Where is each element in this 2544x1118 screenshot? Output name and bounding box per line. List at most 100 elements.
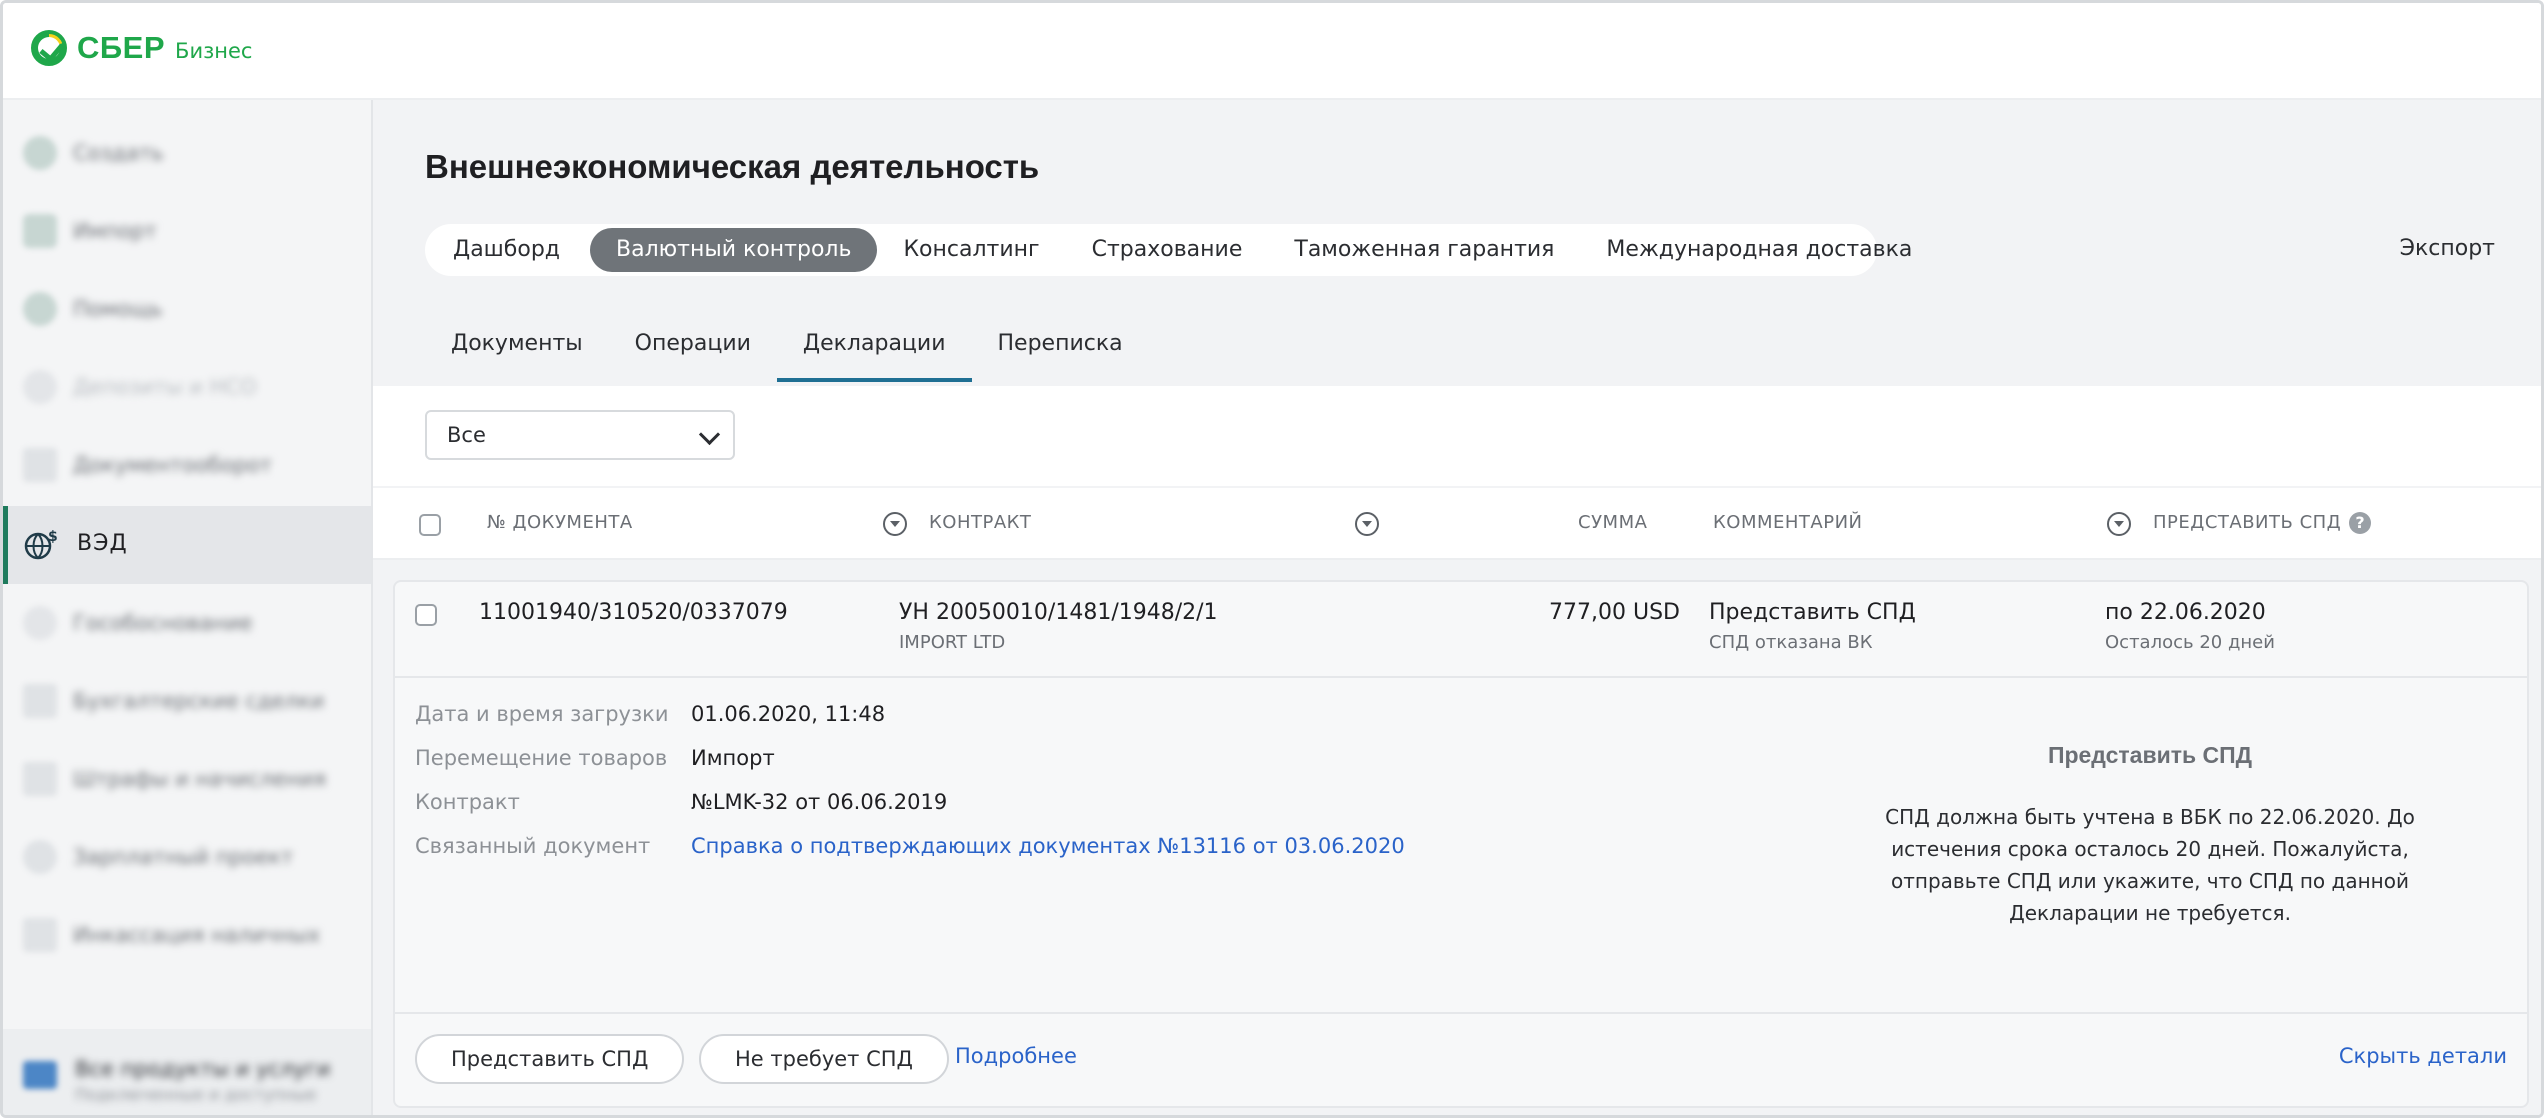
sidebar-item-gov[interactable]: Гособоснование bbox=[3, 584, 371, 662]
spd-info-panel: Представить СПД СПД должна быть учтена в… bbox=[1865, 742, 2435, 929]
comment-sub: СПД отказана ВК bbox=[1709, 632, 1873, 653]
sidebar-item-accounting[interactable]: Бухгалтерские сделки bbox=[3, 662, 371, 740]
more-details-link[interactable]: Подробнее bbox=[955, 1044, 1077, 1068]
chevron-down-icon bbox=[698, 423, 721, 446]
column-spd[interactable]: ПРЕДСТАВИТЬ СПД? bbox=[2153, 512, 2372, 534]
tab-currency-control[interactable]: Валютный контроль bbox=[590, 228, 878, 272]
sidebar-item-label: Депозиты и НСО bbox=[73, 375, 257, 399]
sidebar-item-label: Инкассация наличных bbox=[73, 923, 321, 947]
import-icon bbox=[23, 214, 57, 248]
plus-icon bbox=[23, 136, 57, 170]
status-filter-select[interactable]: Все bbox=[425, 410, 735, 460]
sber-logo-icon bbox=[31, 30, 67, 66]
logo-text: СБЕР bbox=[77, 30, 166, 65]
cart-icon bbox=[23, 1061, 57, 1089]
sidebar-item-fines[interactable]: Штрафы и начисления bbox=[3, 740, 371, 818]
sidebar-item-label: Штрафы и начисления bbox=[73, 767, 326, 791]
sidebar-item-label: Помощь bbox=[73, 297, 163, 321]
sidebar-item-label: Зарплатный проект bbox=[73, 845, 294, 869]
sidebar-item-label: ВЭД bbox=[77, 531, 128, 556]
sidebar-item-label: Создать bbox=[73, 141, 164, 165]
globe-currency-icon: $ bbox=[24, 529, 58, 560]
top-header: СБЕР Бизнес bbox=[3, 3, 2541, 100]
gov-icon bbox=[23, 606, 57, 640]
export-button[interactable]: Экспорт bbox=[2400, 236, 2495, 261]
tab-consulting[interactable]: Консалтинг bbox=[877, 228, 1065, 272]
column-contract[interactable]: КОНТРАКТ bbox=[929, 512, 1031, 533]
table-row[interactable]: 11001940/310520/0337079 УН 20050010/1481… bbox=[395, 582, 2527, 678]
logo-subtext: Бизнес bbox=[175, 39, 253, 63]
sidebar-item-ved[interactable]: $ ВЭД bbox=[3, 506, 371, 584]
main-content: Внешнеэкономическая деятельность Дашборд… bbox=[373, 100, 2541, 1115]
cash-icon bbox=[23, 918, 57, 952]
sidebar-item-label: Импорт bbox=[73, 219, 157, 243]
subtab-documents[interactable]: Документы bbox=[425, 320, 609, 378]
main-tabs: Дашборд Валютный контроль Консалтинг Стр… bbox=[425, 224, 1912, 276]
detail-label-contract: Контракт bbox=[415, 790, 520, 814]
tab-dashboard[interactable]: Дашборд bbox=[425, 228, 586, 272]
tab-insurance[interactable]: Страхование bbox=[1066, 228, 1269, 272]
all-products-subtitle: Подключенные и доступные bbox=[75, 1085, 317, 1104]
detail-value-upload-time: 01.06.2020, 11:48 bbox=[691, 702, 886, 726]
related-document-link[interactable]: Справка о подтверждающих документах №131… bbox=[691, 834, 1405, 858]
detail-label-upload-time: Дата и время загрузки bbox=[415, 702, 669, 726]
sidebar-item-help[interactable]: Помощь bbox=[3, 270, 371, 348]
svg-text:$: $ bbox=[48, 529, 58, 545]
deposit-icon bbox=[23, 370, 57, 404]
documents-icon bbox=[23, 448, 57, 482]
contract-company: IMPORT LTD bbox=[899, 632, 1006, 653]
detail-label-goods-movement: Перемещение товаров bbox=[415, 746, 668, 770]
sidebar-item-label: Гособоснование bbox=[73, 611, 253, 635]
column-comment[interactable]: КОММЕНТАРИЙ bbox=[1713, 512, 1863, 533]
sidebar-item-create[interactable]: Создать bbox=[3, 114, 371, 192]
submit-spd-button[interactable]: Представить СПД bbox=[415, 1034, 685, 1084]
sidebar-item-import[interactable]: Импорт bbox=[3, 192, 371, 270]
row-checkbox[interactable] bbox=[415, 604, 437, 626]
fines-icon bbox=[23, 762, 57, 796]
card-actions: Представить СПД Не требует СПД Подробнее… bbox=[395, 1012, 2527, 1106]
subtab-operations[interactable]: Операции bbox=[609, 320, 777, 378]
sidebar-item-deposits[interactable]: Депозиты и НСО bbox=[3, 348, 371, 426]
deadline-remaining: Осталось 20 дней bbox=[2105, 632, 2275, 653]
amount-cell: 777,00 USD bbox=[1549, 600, 1680, 625]
filter-bar: Все bbox=[373, 386, 2541, 486]
accounting-icon bbox=[23, 684, 57, 718]
column-spd-label: ПРЕДСТАВИТЬ СПД bbox=[2153, 512, 2342, 533]
spd-panel-title: Представить СПД bbox=[2047, 742, 2253, 768]
contract-sort-icon[interactable] bbox=[1355, 512, 1379, 536]
declaration-card: 11001940/310520/0337079 УН 20050010/1481… bbox=[393, 580, 2529, 1108]
tab-international-delivery[interactable]: Международная доставка bbox=[1580, 228, 1938, 272]
sidebar-item-documents[interactable]: Документооборот bbox=[3, 426, 371, 504]
column-doc-number[interactable]: № ДОКУМЕНТА bbox=[487, 512, 633, 533]
comment-cell: Представить СПД bbox=[1709, 600, 1916, 625]
detail-label-related-doc: Связанный документ bbox=[415, 834, 651, 858]
detail-value-contract: №LMK-32 от 06.06.2019 bbox=[691, 790, 948, 814]
help-icon bbox=[23, 292, 57, 326]
detail-value-goods-movement: Импорт bbox=[691, 746, 775, 770]
row-details: Дата и время загрузки 01.06.2020, 11:48 … bbox=[395, 678, 2527, 984]
app-window: СБЕР Бизнес Создать Импорт Помощь Депози… bbox=[0, 0, 2544, 1118]
contract-filter-icon[interactable] bbox=[883, 512, 907, 536]
subtab-declarations[interactable]: Декларации bbox=[776, 320, 972, 382]
spd-panel-text: СПД должна быть учтена в ВБК по 22.06.20… bbox=[1885, 805, 2415, 925]
all-products-title: Все продукты и услуги bbox=[75, 1057, 331, 1081]
tab-customs-guarantee[interactable]: Таможенная гарантия bbox=[1268, 228, 1580, 272]
spd-sort-icon[interactable] bbox=[2107, 512, 2131, 536]
subtabs: Документы Операции Декларации Переписка bbox=[425, 320, 1149, 382]
not-required-spd-button[interactable]: Не требует СПД bbox=[699, 1034, 949, 1084]
sber-business-logo[interactable]: СБЕР Бизнес bbox=[31, 30, 252, 66]
column-amount[interactable]: СУММА bbox=[1578, 512, 1647, 533]
sidebar: Создать Импорт Помощь Депозиты и НСО Док… bbox=[3, 100, 373, 1115]
sidebar-item-salary[interactable]: Зарплатный проект bbox=[3, 818, 371, 896]
sidebar-item-label: Бухгалтерские сделки bbox=[73, 689, 325, 713]
subtab-correspondence[interactable]: Переписка bbox=[972, 320, 1149, 378]
question-icon[interactable]: ? bbox=[2349, 512, 2372, 534]
select-all-checkbox[interactable] bbox=[419, 514, 441, 536]
sidebar-item-cash[interactable]: Инкассация наличных bbox=[3, 896, 371, 974]
sidebar-item-label: Документооборот bbox=[73, 453, 272, 477]
active-indicator bbox=[3, 506, 8, 584]
hide-details-link[interactable]: Скрыть детали bbox=[2339, 1044, 2507, 1068]
deadline-cell: по 22.06.2020 bbox=[2105, 600, 2266, 625]
sidebar-all-products[interactable]: Все продукты и услуги Подключенные и дос… bbox=[3, 1029, 371, 1115]
salary-icon bbox=[23, 840, 57, 874]
